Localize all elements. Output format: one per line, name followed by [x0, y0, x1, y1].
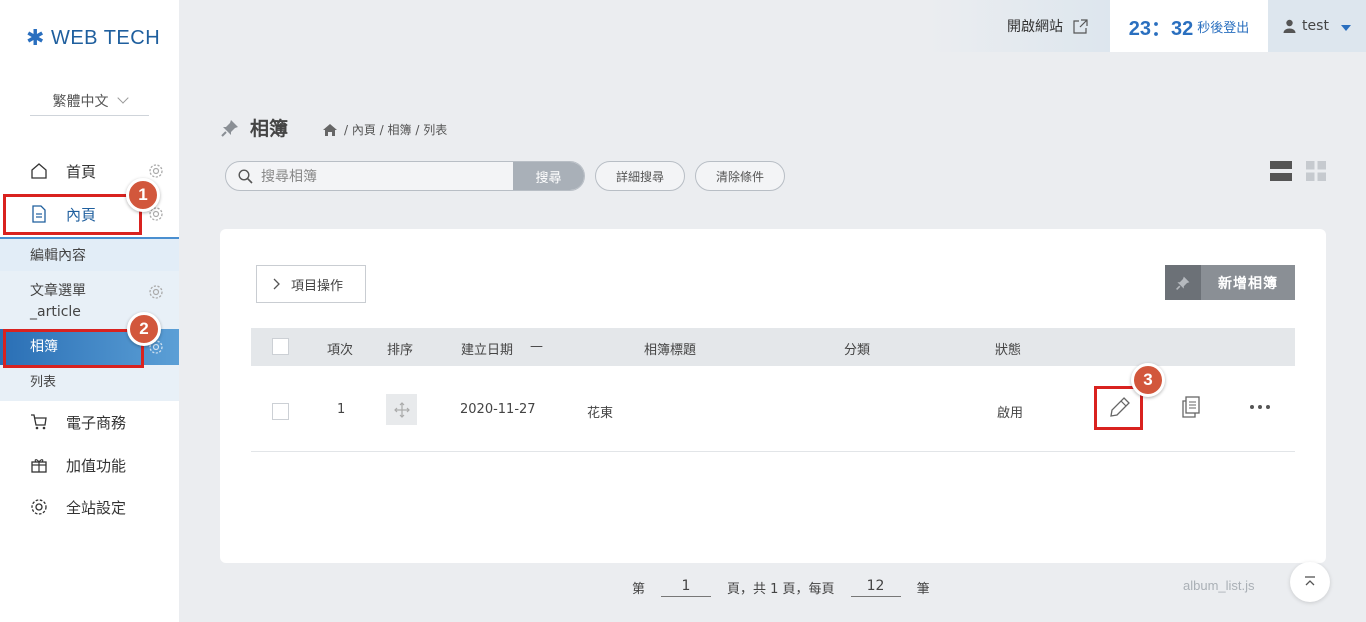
header-index: 項次 [327, 343, 354, 358]
chevron-right-icon [273, 278, 280, 290]
caret-down-icon [1340, 24, 1351, 31]
list-view-icon[interactable] [1270, 161, 1292, 181]
timer-label: 秒後登出 [1197, 20, 1250, 36]
back-to-top-button[interactable] [1290, 562, 1330, 602]
gift-icon [30, 456, 48, 474]
external-link-icon [1073, 18, 1088, 34]
highlight-box-content [3, 194, 142, 235]
search-placeholder: 搜尋相簿 [261, 169, 317, 185]
sidebar-item-ecommerce[interactable]: 電子商務 [0, 401, 179, 443]
chevron-down-icon [116, 92, 129, 104]
clear-filters-button[interactable]: 清除條件 [695, 161, 785, 191]
header-date[interactable]: 建立日期 [461, 339, 513, 358]
search-icon [238, 168, 253, 184]
sort-indicator[interactable]: — [530, 339, 543, 354]
header-order: 排序 [387, 343, 414, 358]
item-operations-button[interactable]: 項目操作 [256, 265, 366, 303]
sidebar-item-settings[interactable]: 全站設定 [0, 486, 179, 528]
logo[interactable]: ✱ WEB TECH [26, 25, 160, 51]
sidebar-item-label: 加值功能 [66, 456, 127, 475]
header-category: 分類 [844, 343, 871, 358]
subitem-label: 編輯內容 [30, 248, 86, 264]
advanced-search-button[interactable]: 詳細搜尋 [595, 161, 685, 191]
table-header: 項次 排序 建立日期 — 相簿標題 分類 狀態 [251, 328, 1295, 366]
logo-text: WEB TECH [50, 26, 161, 49]
row-status[interactable]: 啟用 [997, 402, 1023, 421]
gear-icon[interactable] [147, 162, 165, 180]
gear-icon [30, 498, 48, 516]
logout-timer: 23：32 秒後登出 [1110, 0, 1268, 52]
search-button[interactable]: 搜尋 [513, 162, 584, 190]
sidebar-item-addons[interactable]: 加值功能 [0, 444, 179, 486]
language-selected: 繁體中文 [52, 93, 109, 110]
header-status: 狀態 [995, 343, 1022, 358]
step-badge-2: 2 [127, 312, 161, 346]
add-album-label: 新增相簿 [1218, 275, 1278, 292]
sidebar-subitem-list[interactable]: 列表 [0, 365, 179, 401]
add-album-button[interactable]: 新增相簿 [1165, 265, 1295, 300]
ellipsis-icon [1250, 405, 1270, 409]
snowflake-logo-icon: ✱ [26, 25, 45, 50]
more-options-button[interactable] [1248, 395, 1272, 419]
pin-icon [221, 119, 238, 137]
user-icon [1283, 19, 1296, 33]
page-title-text: 相簿 [250, 118, 289, 140]
step-badge-1: 1 [126, 178, 160, 212]
topbar: 開啟網站 23：32 秒後登出 test [930, 0, 1366, 52]
page-title: 相簿 [220, 114, 288, 141]
user-name: test [1302, 18, 1329, 34]
pagination: 第 1 頁，共 1 頁，每頁 12 筆 [632, 578, 930, 597]
row-index: 1 [337, 402, 346, 417]
select-all-checkbox[interactable] [272, 338, 289, 355]
pin-icon [1165, 265, 1201, 300]
pager-prefix: 第 [632, 582, 646, 597]
drag-handle[interactable] [386, 394, 417, 425]
album-list-card: 項目操作 新增相簿 項次 排序 建立日期 — 相簿標題 分類 狀態 1 2020… [220, 229, 1326, 563]
row-checkbox[interactable] [272, 403, 289, 420]
row-title[interactable]: 花東 [587, 402, 613, 421]
move-icon [393, 401, 410, 418]
item-operations-label: 項目操作 [291, 278, 344, 294]
home-icon[interactable] [322, 123, 338, 137]
sidebar-item-label: 首頁 [66, 162, 97, 181]
open-site-button[interactable]: 開啟網站 [930, 0, 1110, 52]
sidebar-item-label: 全站設定 [66, 498, 127, 517]
sidebar-subitem-edit-content[interactable]: 編輯內容 [0, 237, 179, 271]
breadcrumb-path[interactable]: / 內頁 / 相簿 / 列表 [344, 121, 447, 138]
timer-value: 23：32 [1128, 17, 1194, 40]
pager-suffix: 筆 [916, 582, 930, 597]
breadcrumb: / 內頁 / 相簿 / 列表 [322, 121, 447, 138]
open-site-label: 開啟網站 [1007, 19, 1063, 35]
search-bar: 搜尋相簿 搜尋 [225, 161, 585, 191]
per-page-input[interactable]: 12 [850, 578, 901, 597]
grid-view-icon[interactable] [1306, 161, 1326, 181]
sidebar-item-label: 電子商務 [66, 413, 127, 432]
user-menu[interactable]: test [1268, 0, 1366, 52]
highlight-box-album [3, 329, 144, 368]
gear-icon[interactable] [147, 283, 165, 301]
copy-button[interactable] [1179, 395, 1203, 419]
copy-icon [1182, 396, 1200, 418]
home-icon [30, 162, 48, 180]
row-date: 2020-11-27 [460, 402, 536, 417]
step-badge-3: 3 [1131, 363, 1165, 397]
search-input[interactable]: 搜尋相簿 [226, 162, 513, 190]
cart-icon [30, 413, 48, 431]
current-page-input[interactable]: 1 [661, 578, 712, 597]
sidebar: ✱ WEB TECH 繁體中文 首頁 內頁 編輯內容 文章選單 _article… [0, 0, 179, 622]
arrow-up-icon [1305, 576, 1315, 586]
file-name: album_list.js [1183, 578, 1255, 593]
pager-middle-text: 頁，共 1 頁，每頁 [727, 582, 835, 597]
subitem-label: 列表 [30, 375, 57, 390]
language-select[interactable]: 繁體中文 [30, 86, 149, 116]
header-title: 相簿標題 [644, 343, 697, 358]
